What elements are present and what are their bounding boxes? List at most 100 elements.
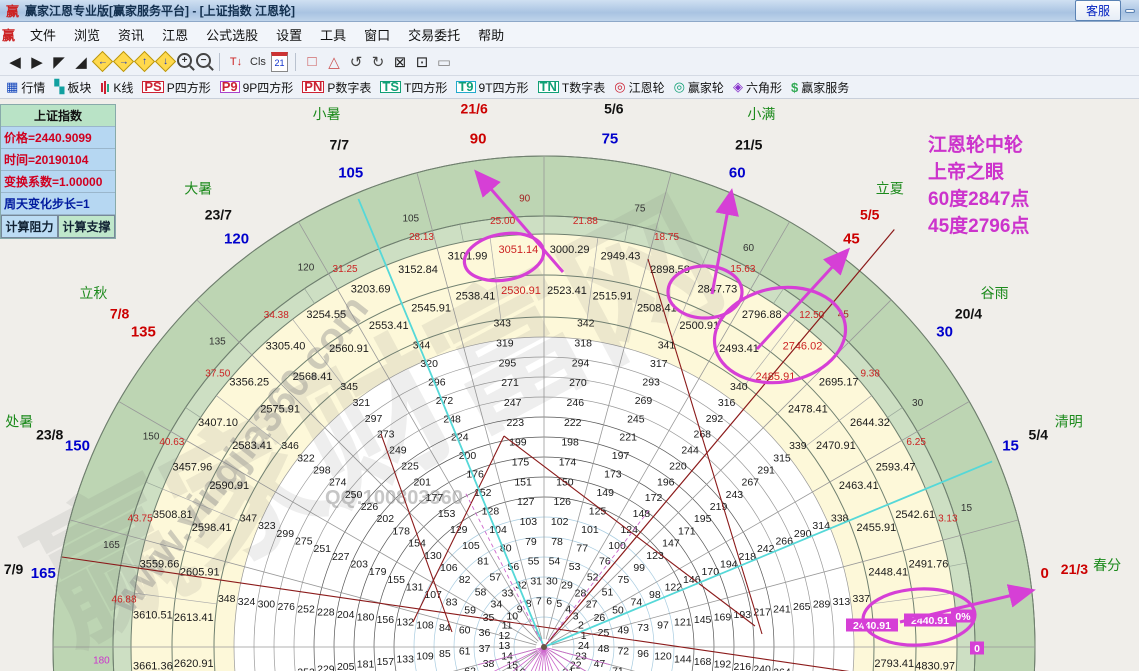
rim-solarterm-label: 春分 [1093, 557, 1121, 573]
view-9p-square[interactable]: P9 9P四方形 [219, 79, 293, 96]
spiral-number: 57 [489, 572, 501, 584]
percent-value: 31.25 [333, 264, 358, 275]
spiral-number: 227 [332, 551, 350, 563]
view-9t-square[interactable]: T9 9T四方形 [456, 79, 529, 96]
view-label: T四方形 [404, 80, 448, 95]
box-x-icon[interactable]: ⊠ [390, 52, 410, 72]
percent-value: 25.00 [490, 216, 515, 227]
menu-item-窗口[interactable]: 窗口 [355, 26, 399, 45]
view-winner-service[interactable]: $ 赢家服务 [791, 79, 849, 96]
rim-degree-label: 60 [729, 164, 746, 181]
triangle-tool-icon[interactable]: △ [324, 52, 344, 72]
cls-icon[interactable]: Cls [248, 52, 268, 72]
menu-item-文件[interactable]: 文件 [21, 26, 65, 45]
view-quotes[interactable]: ▦ 行情 [6, 79, 45, 96]
highlighted-price: 0% [955, 611, 971, 623]
panel-row: 时间=20190104 [1, 149, 115, 171]
forward-icon[interactable]: ▶ [27, 52, 47, 72]
view-sectors[interactable]: ▚ 板块 [54, 79, 91, 96]
spiral-number: 37 [479, 643, 491, 655]
menu-item-浏览[interactable]: 浏览 [65, 26, 109, 45]
diamond-left-icon[interactable]: ← [91, 50, 114, 73]
rim-solarterm-label: 谷雨 [981, 285, 1009, 301]
spiral-number: 156 [377, 614, 395, 626]
view-label: T数字表 [561, 80, 606, 95]
view-gann-wheel[interactable]: ◎ 江恩轮 [614, 79, 664, 96]
back-icon[interactable]: ◀ [5, 52, 25, 72]
view-t-number-table[interactable]: TN T数字表 [537, 79, 606, 96]
menu-item-公式选股[interactable]: 公式选股 [197, 26, 267, 45]
spiral-number: 228 [317, 606, 335, 618]
spiral-number: 61 [459, 645, 471, 657]
price-inner-value: 2598.41 [192, 522, 232, 534]
view-t-square[interactable]: TS T四方形 [380, 79, 447, 96]
spiral-number: 144 [674, 653, 692, 665]
menu-item-交易委托[interactable]: 交易委托 [399, 26, 469, 45]
price-inner-value: 2463.41 [839, 480, 879, 492]
toolbar-separator [219, 52, 220, 71]
spiral-number: 60 [459, 625, 471, 637]
spiral-number: 253 [297, 666, 315, 671]
kefu-button[interactable]: 客服 [1074, 0, 1121, 21]
diamond-up-icon[interactable]: ↑ [133, 50, 156, 73]
zoom-in-icon[interactable]: + [177, 53, 192, 68]
page-down-icon[interactable]: ◢ [71, 52, 91, 72]
zoom-out-icon[interactable]: − [196, 53, 211, 68]
percent-value: 34.38 [264, 310, 289, 321]
price-inner-value: 2568.41 [293, 371, 333, 383]
view-p-square[interactable]: PS P四方形 [142, 79, 211, 96]
spiral-number: 133 [396, 653, 414, 665]
view-winner-wheel[interactable]: ◎ 赢家轮 [674, 79, 724, 96]
spiral-number: 243 [726, 489, 744, 501]
screen-icon[interactable]: ▭ [434, 52, 454, 72]
spiral-number: 203 [350, 558, 368, 570]
edge-button[interactable] [1125, 8, 1135, 13]
price-outer-value: 2796.88 [742, 309, 782, 321]
spiral-number: 106 [440, 562, 458, 574]
fit-icon[interactable]: ⊡ [412, 52, 432, 72]
rotate-cw-icon[interactable]: ↻ [368, 52, 388, 72]
percent-value: 12.50 [799, 310, 824, 321]
highlighted-price: 2440.91 [853, 620, 891, 632]
menu-item-设置[interactable]: 设置 [267, 26, 311, 45]
calc-support-button[interactable]: 计算支撑 [58, 215, 115, 238]
view-p-number-table[interactable]: PN P数字表 [302, 79, 371, 96]
spiral-number: 225 [401, 460, 419, 472]
degree-value: 30 [912, 398, 924, 409]
t-square-icon: TS [380, 79, 401, 94]
spiral-number: 324 [238, 596, 256, 608]
calendar-icon[interactable]: 21 [271, 51, 288, 72]
menu-item-工具[interactable]: 工具 [311, 26, 355, 45]
price-outer-value: 2949.43 [601, 251, 641, 263]
rim-degree-label: 30 [936, 324, 953, 341]
spiral-number: 82 [459, 574, 471, 586]
spiral-number: 340 [730, 381, 748, 393]
price-outer-value: 3203.69 [351, 283, 391, 295]
rotate-ccw-icon[interactable]: ↺ [346, 52, 366, 72]
price-outer-value: 2491.76 [909, 559, 949, 571]
page-up-icon[interactable]: ◤ [49, 52, 69, 72]
spiral-number: 109 [416, 651, 434, 663]
spiral-number: 83 [446, 597, 458, 609]
rect-tool-icon[interactable]: □ [302, 52, 322, 72]
menu-item-帮助[interactable]: 帮助 [469, 26, 513, 45]
rim-date-label: 23/7 [205, 207, 232, 223]
menu-item-资讯[interactable]: 资讯 [109, 26, 153, 45]
t-down-icon[interactable]: T↓ [226, 52, 246, 72]
diamond-down-icon[interactable]: ↓ [154, 50, 177, 73]
diamond-right-icon[interactable]: → [112, 50, 135, 73]
rim-date-label: 5/4 [1029, 426, 1049, 442]
rim-date-label: 23/8 [36, 426, 63, 442]
rim-solarterm-label: 小满 [747, 106, 775, 122]
spiral-number: 79 [525, 536, 537, 548]
spiral-number: 252 [297, 604, 315, 616]
view-kline[interactable]: K线 [100, 79, 133, 96]
price-outer-value: 3051.14 [498, 244, 538, 256]
degree-value: 120 [298, 262, 315, 273]
menu-item-江恩[interactable]: 江恩 [153, 26, 197, 45]
spiral-number: 71 [612, 666, 624, 671]
view-hexagon[interactable]: ◈ 六角形 [733, 79, 782, 96]
calc-resistance-button[interactable]: 计算阻力 [1, 215, 58, 238]
view-label: K线 [113, 80, 134, 95]
sectors-icon: ▚ [54, 79, 65, 94]
